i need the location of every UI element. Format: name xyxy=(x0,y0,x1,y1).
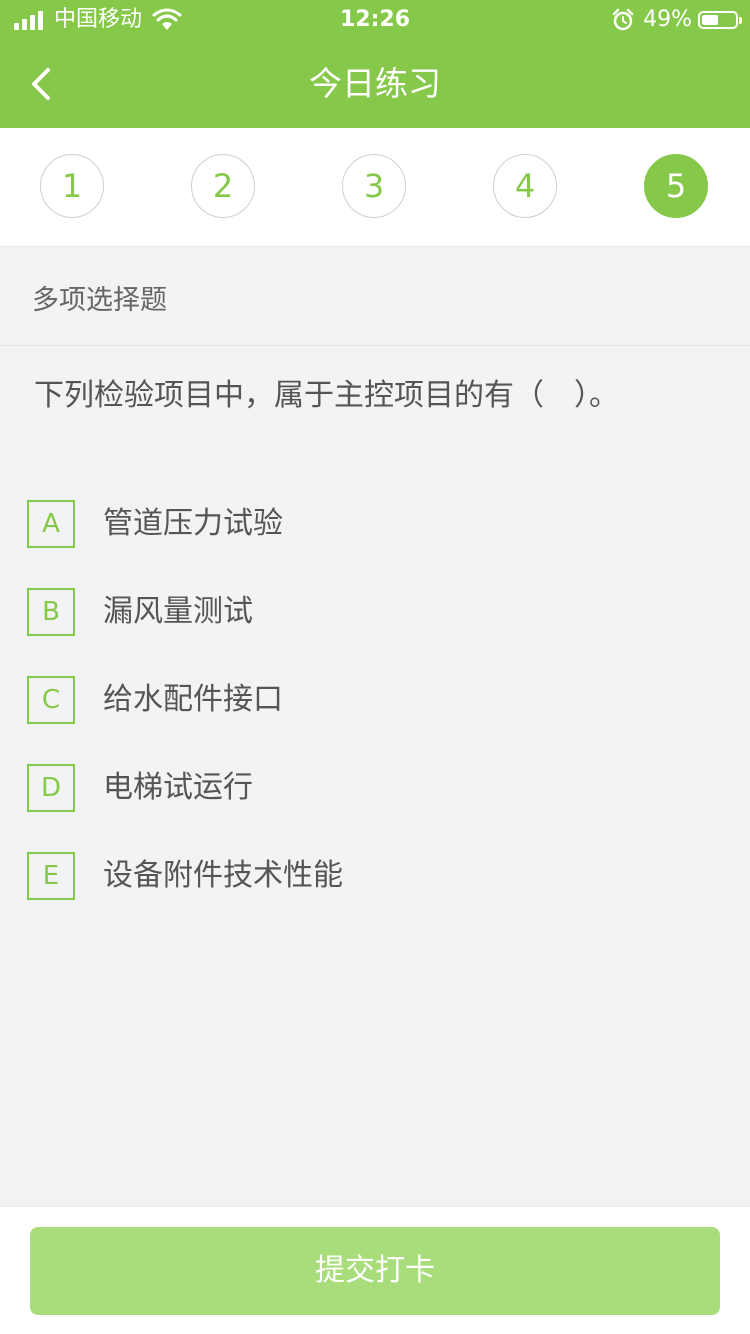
option-letter-box[interactable]: E xyxy=(27,852,75,900)
footer: 提交打卡 xyxy=(0,1206,750,1334)
battery-percent: 49% xyxy=(643,7,692,32)
option-letter-box[interactable]: A xyxy=(27,500,75,548)
option-a[interactable]: A 管道压力试验 xyxy=(0,489,750,559)
question-stem: 下列检验项目中，属于主控项目的有（ ）。 xyxy=(34,378,619,413)
option-text: 管道压力试验 xyxy=(103,506,283,541)
question-number-row: 1 2 3 4 5 xyxy=(0,128,750,247)
chevron-left-icon[interactable] xyxy=(22,62,66,106)
battery-fill xyxy=(702,15,718,25)
question-type-label: 多项选择题 xyxy=(32,285,167,316)
status-bar: 中国移动 12:26 49% xyxy=(0,0,750,40)
option-text: 电梯试运行 xyxy=(103,770,253,805)
question-number-1[interactable]: 1 xyxy=(40,154,104,218)
status-right: 49% xyxy=(611,6,742,34)
option-text: 设备附件技术性能 xyxy=(103,858,343,893)
nav-bar: 今日练习 xyxy=(0,40,750,128)
option-d[interactable]: D 电梯试运行 xyxy=(0,753,750,823)
page-title: 今日练习 xyxy=(309,64,441,103)
question-number-3[interactable]: 3 xyxy=(342,154,406,218)
option-text: 漏风量测试 xyxy=(103,594,253,629)
submit-checkin-button[interactable]: 提交打卡 xyxy=(30,1227,720,1315)
option-letter-box[interactable]: C xyxy=(27,676,75,724)
alarm-icon xyxy=(612,8,634,31)
question-number-2[interactable]: 2 xyxy=(191,154,255,218)
option-text: 给水配件接口 xyxy=(103,682,283,717)
battery-icon xyxy=(698,11,742,29)
option-letter-box[interactable]: B xyxy=(27,588,75,636)
screen: 中国移动 12:26 49% 今日练习 1 2 3 4 5 多项选择题 下列检验… xyxy=(0,0,750,1334)
question-type-header: 多项选择题 xyxy=(0,247,750,346)
question-number-4[interactable]: 4 xyxy=(493,154,557,218)
option-b[interactable]: B 漏风量测试 xyxy=(0,577,750,647)
option-letter-box[interactable]: D xyxy=(27,764,75,812)
question-number-5[interactable]: 5 xyxy=(644,154,708,218)
option-e[interactable]: E 设备附件技术性能 xyxy=(0,841,750,911)
option-c[interactable]: C 给水配件接口 xyxy=(0,665,750,735)
